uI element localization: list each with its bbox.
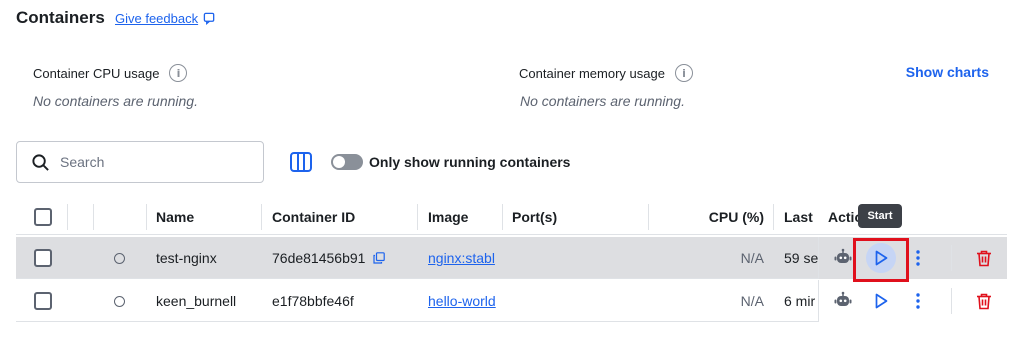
column-divider xyxy=(502,204,503,230)
last-started-cell: 59 se xyxy=(784,250,818,266)
image-cell: nginx:stabl xyxy=(428,237,500,279)
status-stopped-icon xyxy=(114,295,125,307)
page-title: Containers xyxy=(16,8,105,27)
column-header-ports[interactable]: Port(s) xyxy=(512,199,557,235)
table-row[interactable]: test-nginx 76de81456b91 nginx:stabl N/A … xyxy=(16,237,1007,279)
columns-icon[interactable] xyxy=(289,150,313,174)
select-all-checkbox[interactable] xyxy=(34,208,52,226)
column-divider xyxy=(146,204,147,230)
column-header-image[interactable]: Image xyxy=(428,199,468,235)
status-stopped-icon xyxy=(114,252,125,264)
column-header-last-started[interactable]: Last xyxy=(784,199,818,235)
status-cell xyxy=(114,280,125,322)
memory-usage-label: Container memory usage i xyxy=(519,64,693,82)
play-icon xyxy=(875,250,888,266)
more-actions-button[interactable] xyxy=(903,286,933,316)
debug-button[interactable] xyxy=(828,286,858,316)
cpu-cell: N/A xyxy=(740,293,764,309)
container-name[interactable]: test-nginx xyxy=(156,237,217,279)
feedback-icon xyxy=(203,12,215,25)
search-box[interactable] xyxy=(16,141,264,183)
column-divider xyxy=(773,204,774,230)
cpu-usage-label: Container CPU usage i xyxy=(33,64,188,82)
image-link[interactable]: nginx:stabl xyxy=(428,250,495,266)
row-checkbox[interactable] xyxy=(34,249,52,267)
copy-icon[interactable] xyxy=(373,252,386,264)
cpu-usage-text: Container CPU usage xyxy=(33,65,160,81)
actions-divider xyxy=(951,288,952,314)
play-icon xyxy=(875,293,888,309)
row-actions xyxy=(818,237,1007,279)
bot-icon xyxy=(834,291,852,306)
row-checkbox[interactable] xyxy=(34,292,52,310)
column-header-cpu[interactable]: CPU (%) xyxy=(656,199,764,235)
cpu-empty-message: No containers are running. xyxy=(33,93,198,109)
column-header-name[interactable]: Name xyxy=(156,199,194,235)
search-input[interactable] xyxy=(60,154,250,170)
container-id: e1f78bbfe46f xyxy=(272,293,354,309)
image-link[interactable]: hello-world xyxy=(428,293,496,309)
row-select-cell xyxy=(34,237,52,279)
column-divider xyxy=(648,204,649,230)
debug-button[interactable] xyxy=(828,243,858,273)
info-icon[interactable]: i xyxy=(674,64,693,82)
cpu-cell: N/A xyxy=(740,250,764,266)
bot-icon xyxy=(834,248,852,263)
running-only-toggle[interactable] xyxy=(331,154,363,170)
toggle-knob xyxy=(333,156,345,168)
status-cell xyxy=(114,237,125,279)
kebab-menu-icon xyxy=(916,250,920,266)
column-divider xyxy=(93,204,94,230)
container-name[interactable]: keen_burnell xyxy=(156,280,236,322)
give-feedback-label: Give feedback xyxy=(115,11,199,26)
container-id: 76de81456b91 xyxy=(272,250,366,266)
show-charts-button[interactable]: Show charts xyxy=(906,64,989,80)
delete-button[interactable] xyxy=(969,243,999,273)
image-cell: hello-world xyxy=(428,280,508,322)
column-divider xyxy=(417,204,418,230)
delete-button[interactable] xyxy=(969,286,999,316)
trash-icon xyxy=(977,293,991,309)
memory-usage-text: Container memory usage xyxy=(519,65,665,81)
table-row[interactable]: keen_burnell e1f78bbfe46f hello-world N/… xyxy=(16,280,1007,322)
start-button[interactable] xyxy=(866,286,896,316)
kebab-menu-icon xyxy=(916,293,920,309)
info-icon[interactable]: i xyxy=(169,64,188,82)
more-actions-button[interactable] xyxy=(903,243,933,273)
last-started-cell: 6 mir xyxy=(784,293,816,309)
search-icon xyxy=(32,153,49,171)
column-divider xyxy=(261,204,262,230)
trash-icon xyxy=(977,250,991,266)
give-feedback-link[interactable]: Give feedback xyxy=(115,11,216,26)
select-all-cell xyxy=(34,199,52,235)
actions-divider xyxy=(951,245,952,271)
start-button[interactable] xyxy=(866,243,896,273)
container-id-cell: 76de81456b91 xyxy=(272,237,386,279)
row-select-cell xyxy=(34,280,52,322)
start-tooltip: Start xyxy=(858,204,902,228)
running-only-label: Only show running containers xyxy=(369,154,571,170)
column-header-container-id[interactable]: Container ID xyxy=(272,199,355,235)
memory-empty-message: No containers are running. xyxy=(520,93,685,109)
row-actions xyxy=(818,280,1007,322)
column-divider xyxy=(67,204,68,230)
